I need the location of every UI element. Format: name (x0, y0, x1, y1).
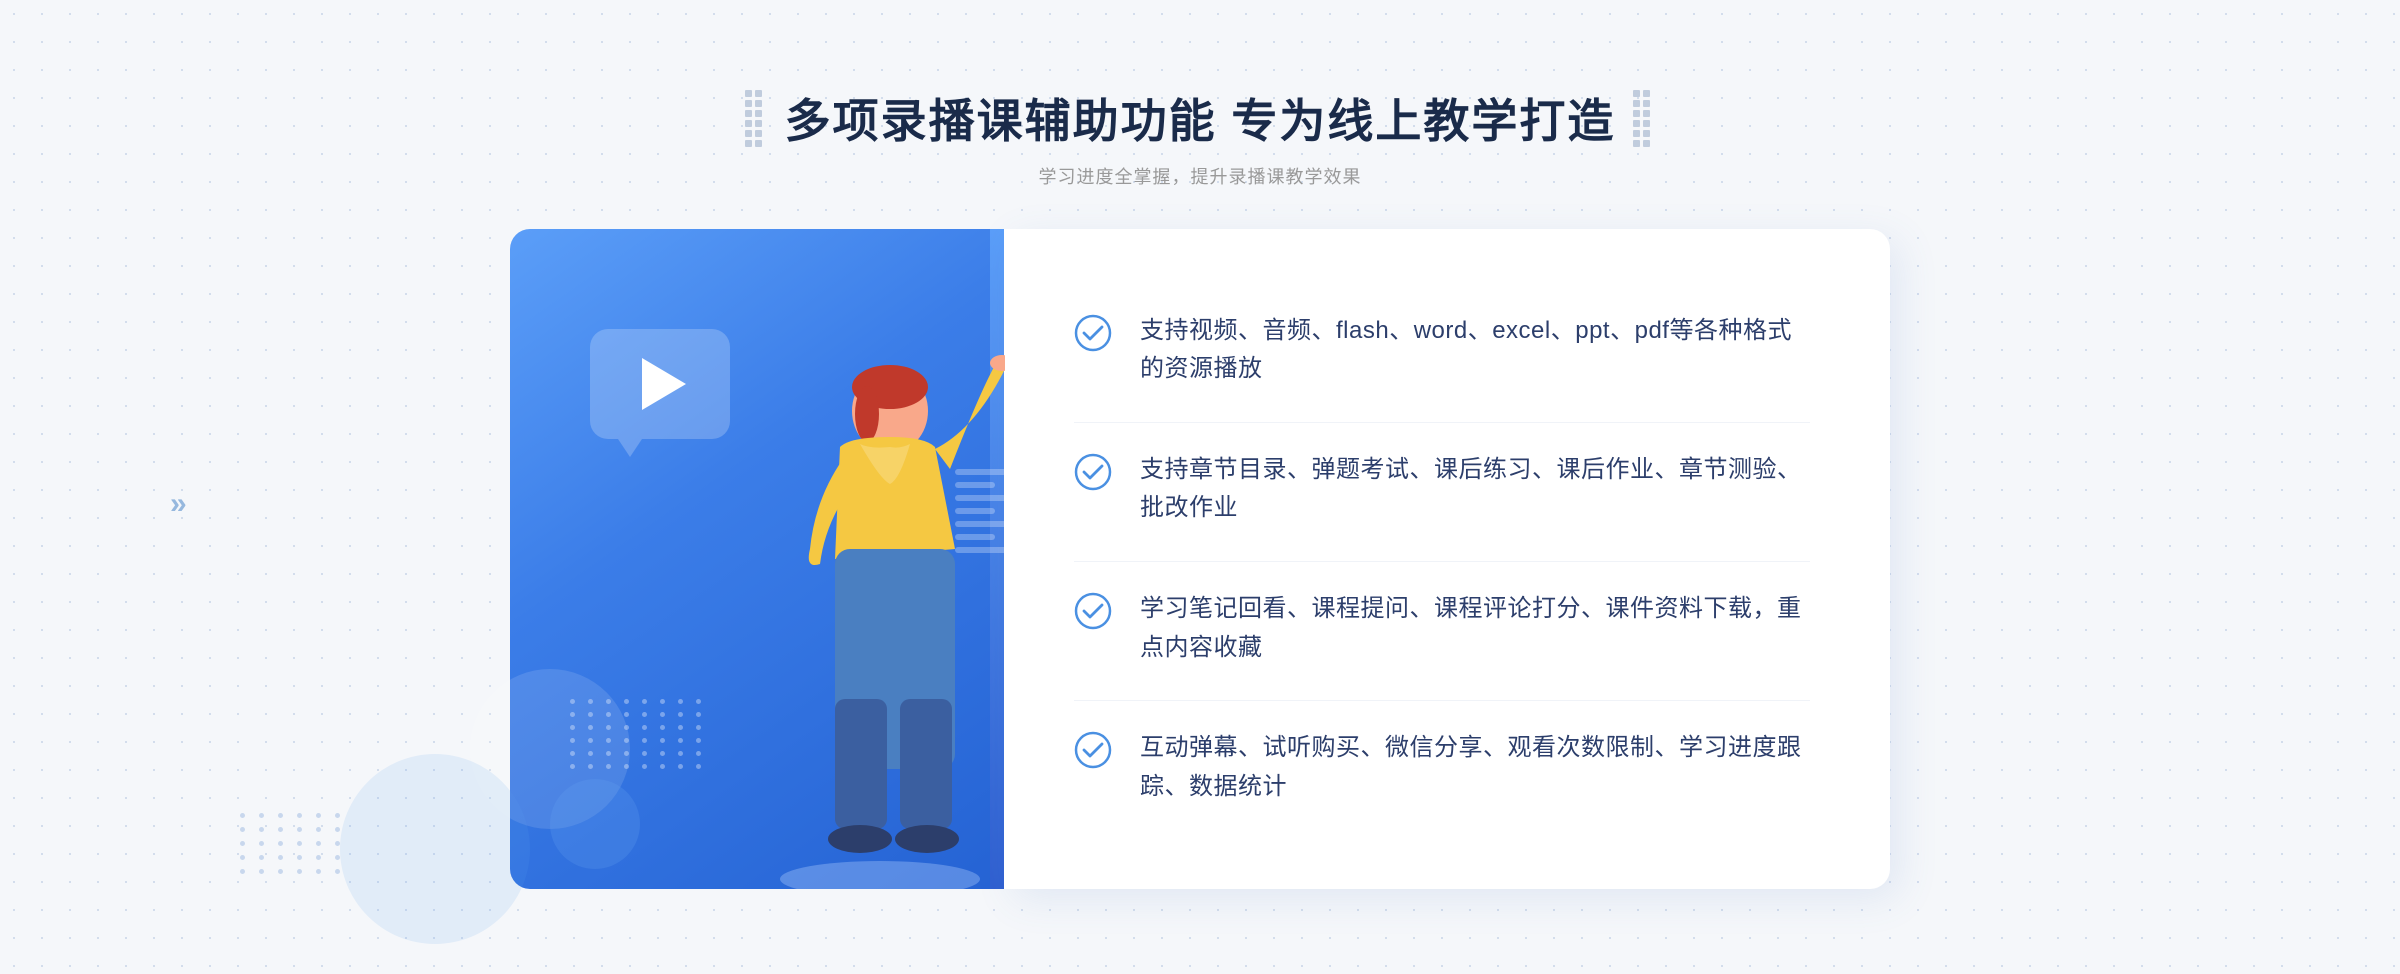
feature-item-1: 支持视频、音频、flash、word、excel、ppt、pdf等各种格式的资源… (1074, 284, 1810, 417)
header-section: 多项录播课辅助功能 专为线上教学打造 学习进度全掌握，提升录播课教学效果 (745, 85, 1656, 189)
check-icon-3 (1074, 592, 1112, 630)
feature-item-3: 学习笔记回看、课程提问、课程评论打分、课件资料下载，重点内容收藏 (1074, 561, 1810, 695)
dots-right-icon (1633, 90, 1655, 147)
feature-text-1: 支持视频、音频、flash、word、excel、ppt、pdf等各种格式的资源… (1140, 312, 1810, 389)
main-title: 多项录播课辅助功能 专为线上教学打造 (785, 85, 1616, 151)
illustration-card (510, 229, 990, 889)
edge-arrows-icon: » (170, 487, 182, 521)
play-triangle-icon (642, 358, 686, 410)
title-row: 多项录播课辅助功能 专为线上教学打造 (745, 85, 1656, 151)
check-icon-4 (1074, 731, 1112, 769)
big-circle-deco (340, 754, 530, 944)
feature-item-4: 互动弹幕、试听购买、微信分享、观看次数限制、学习进度跟踪、数据统计 (1074, 700, 1810, 834)
check-icon-2 (1074, 453, 1112, 491)
dots-left-icon (745, 90, 767, 147)
deco-circle-2 (550, 779, 640, 869)
feature-item-2: 支持章节目录、弹题考试、课后练习、课后作业、章节测验、批改作业 (1074, 422, 1810, 556)
check-icon-1 (1074, 314, 1112, 352)
page-wrapper: » 多项录播课辅助功能 专为线上教学打造 学习进度全掌握，提升录播课教学效果 (0, 0, 2400, 974)
feature-text-4: 互动弹幕、试听购买、微信分享、观看次数限制、学习进度跟踪、数据统计 (1140, 729, 1810, 806)
content-area: 支持视频、音频、flash、word、excel、ppt、pdf等各种格式的资源… (510, 229, 1890, 889)
person-illustration (695, 349, 1005, 889)
feature-text-2: 支持章节目录、弹题考试、课后练习、课后作业、章节测验、批改作业 (1140, 451, 1810, 528)
corner-dots-deco (240, 813, 345, 874)
subtitle: 学习进度全掌握，提升录播课教学效果 (1039, 163, 1362, 189)
features-card: 支持视频、音频、flash、word、excel、ppt、pdf等各种格式的资源… (1004, 229, 1890, 889)
feature-text-3: 学习笔记回看、课程提问、课程评论打分、课件资料下载，重点内容收藏 (1140, 590, 1810, 667)
